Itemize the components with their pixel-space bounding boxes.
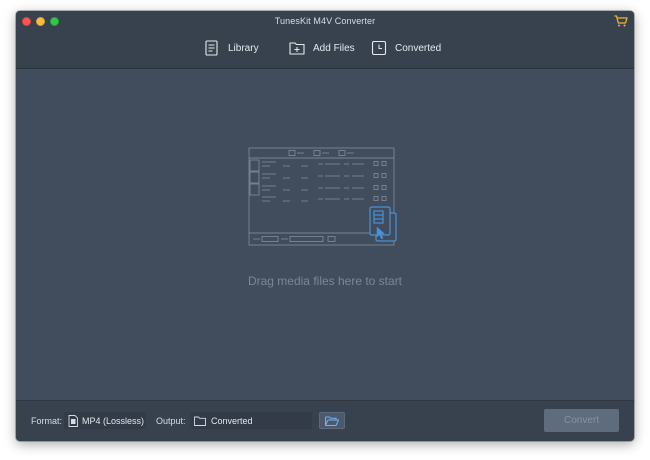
add-files-button[interactable]: Add Files	[289, 37, 355, 59]
library-button[interactable]: Library	[204, 37, 259, 59]
format-selector[interactable]: MP4 (Lossless)	[64, 412, 146, 429]
drag-files-illustration-icon	[248, 147, 397, 246]
library-list-icon	[205, 40, 218, 56]
converted-label: Converted	[395, 42, 442, 54]
app-window: TunesKit M4V Converter Library Add Files…	[16, 11, 634, 441]
output-value: Converted	[211, 415, 253, 426]
format-value: MP4 (Lossless)	[82, 415, 145, 426]
output-label: Output:	[156, 416, 186, 426]
main-toolbar: Library Add Files Converted	[16, 37, 634, 61]
folder-icon	[194, 416, 206, 426]
window-title: TunesKit M4V Converter	[274, 16, 376, 26]
add-files-label: Add Files	[313, 42, 355, 54]
format-label: Format:	[31, 416, 63, 426]
film-file-icon	[68, 414, 78, 427]
output-path-field[interactable]: Converted	[190, 412, 312, 429]
open-folder-icon	[325, 416, 339, 426]
convert-button[interactable]: Convert	[544, 409, 619, 432]
drop-zone[interactable]: Drag media files here to start	[16, 69, 634, 400]
folder-plus-icon	[289, 42, 305, 55]
clock-icon	[371, 40, 387, 56]
library-label: Library	[228, 42, 259, 54]
drag-hint-text: Drag media files here to start	[247, 274, 403, 288]
shopping-cart-icon[interactable]	[614, 15, 628, 27]
title-bar: TunesKit M4V Converter Library Add Files…	[16, 11, 634, 69]
bottom-bar: Format: MP4 (Lossless) Output: Converted…	[16, 400, 634, 441]
browse-output-button[interactable]	[319, 412, 345, 429]
converted-button[interactable]: Converted	[371, 37, 441, 59]
